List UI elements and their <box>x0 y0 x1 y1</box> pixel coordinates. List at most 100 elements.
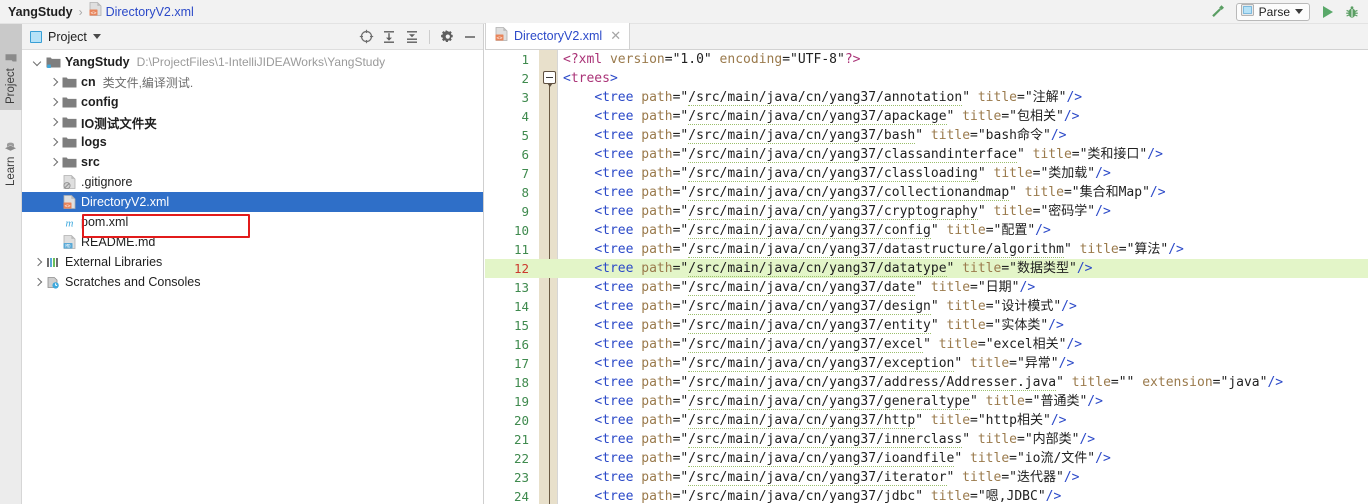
code-line[interactable]: 12 <tree path="/src/main/java/cn/yang37/… <box>485 259 1368 278</box>
code-line[interactable]: 14 <tree path="/src/main/java/cn/yang37/… <box>485 297 1368 316</box>
tree-item[interactable]: cn 类文件,编译测试. <box>22 72 483 92</box>
xml-file-icon: <> <box>61 195 77 209</box>
tree-item[interactable]: YangStudy D:\ProjectFiles\1-IntelliJIDEAW… <box>22 52 483 72</box>
tree-item[interactable]: m pom.xml <box>22 212 483 232</box>
code-line[interactable]: 21 <tree path="/src/main/java/cn/yang37/… <box>485 430 1368 449</box>
toolstrip-label-learn: Learn <box>5 156 17 186</box>
tree-item[interactable]: MD README.md <box>22 232 483 252</box>
code-line[interactable]: 18 <tree path="/src/main/java/cn/yang37/… <box>485 373 1368 392</box>
code-line[interactable]: 11 <tree path="/src/main/java/cn/yang37/… <box>485 240 1368 259</box>
folder-icon <box>61 136 77 149</box>
project-panel-actions <box>355 26 481 48</box>
run-configuration-label: Parse <box>1258 4 1290 19</box>
project-panel-title: Project <box>48 29 87 44</box>
code-text: <tree path="/src/main/java/cn/yang37/dat… <box>594 280 1036 296</box>
code-editor[interactable]: 1 <?xml version="1.0" encoding="UTF-8"?> 2… <box>485 50 1368 504</box>
tree-item[interactable]: IO测试文件夹 <box>22 112 483 132</box>
code-text: <tree path="/src/main/java/cn/yang37/cry… <box>594 204 1111 220</box>
chevron-right-icon[interactable] <box>32 257 43 268</box>
code-text: <tree path="/src/main/java/cn/yang37/exc… <box>594 356 1075 372</box>
run-play-icon[interactable] <box>1316 1 1340 23</box>
code-line[interactable]: 6 <tree path="/src/main/java/cn/yang37/c… <box>485 145 1368 164</box>
select-opened-file-icon[interactable] <box>355 26 377 48</box>
chevron-right-icon[interactable] <box>48 97 59 108</box>
code-line[interactable]: 1 <?xml version="1.0" encoding="UTF-8"?> <box>485 50 1368 69</box>
line-number: 23 <box>513 470 529 485</box>
code-line[interactable]: 23 <tree path="/src/main/java/cn/yang37/… <box>485 468 1368 487</box>
project-panel-tab[interactable]: Project <box>30 30 101 44</box>
tree-item[interactable]: src <box>22 152 483 172</box>
code-text: <?xml version="1.0" encoding="UTF-8"?> <box>563 52 861 67</box>
line-number: 21 <box>513 432 529 447</box>
tree-item-note: 类文件,编译测试. <box>102 75 194 90</box>
breadcrumb-file[interactable]: DirectoryV2.xml <box>106 5 194 19</box>
code-text: <tree path="/src/main/java/cn/yang37/cla… <box>594 147 1163 163</box>
chevron-right-icon[interactable] <box>48 157 59 168</box>
code-line[interactable]: 16 <tree path="/src/main/java/cn/yang37/… <box>485 335 1368 354</box>
code-text: <tree path="/src/main/java/cn/yang37/des… <box>594 299 1077 315</box>
code-line[interactable]: 10 <tree path="/src/main/java/cn/yang37/… <box>485 221 1368 240</box>
code-line[interactable]: 22 <tree path="/src/main/java/cn/yang37/… <box>485 449 1368 468</box>
chevron-right-icon[interactable] <box>48 137 59 148</box>
code-line[interactable]: 7 <tree path="/src/main/java/cn/yang37/c… <box>485 164 1368 183</box>
chevron-right-icon[interactable] <box>48 117 59 128</box>
code-line[interactable]: 20 <tree path="/src/main/java/cn/yang37/… <box>485 411 1368 430</box>
build-hammer-icon[interactable] <box>1206 1 1230 23</box>
code-line[interactable]: 15 <tree path="/src/main/java/cn/yang37/… <box>485 316 1368 335</box>
code-line[interactable]: 17 <tree path="/src/main/java/cn/yang37/… <box>485 354 1368 373</box>
module-folder-icon <box>45 56 61 69</box>
expand-all-icon[interactable] <box>378 26 400 48</box>
tree-item-label: README.md <box>81 235 156 249</box>
chevron-right-icon[interactable] <box>48 77 59 88</box>
tree-item[interactable]: .gitignore <box>22 172 483 192</box>
editor-area: <> DirectoryV2.xml ✕ 1 <?xml version="1.0… <box>485 23 1368 504</box>
line-number: 20 <box>513 413 529 428</box>
chevron-down-icon[interactable] <box>32 57 43 68</box>
project-tree[interactable]: YangStudy D:\ProjectFiles\1-IntelliJIDEAW… <box>22 50 483 292</box>
tree-item-label: External Libraries <box>65 255 163 269</box>
graduation-cap-icon <box>5 141 18 152</box>
left-tool-strip: Project Learn <box>0 24 22 504</box>
tree-item-label: .gitignore <box>81 175 133 189</box>
chevron-down-icon[interactable] <box>92 34 101 39</box>
project-view-icon <box>30 30 42 43</box>
tree-arrow-placeholder <box>48 177 59 188</box>
tree-item[interactable]: Scratches and Consoles <box>22 272 483 292</box>
breadcrumb: YangStudy › <> DirectoryV2.xml <box>0 0 194 24</box>
code-text: <tree path="/src/main/java/cn/yang37/inn… <box>594 432 1096 448</box>
settings-gear-icon[interactable] <box>436 26 458 48</box>
tree-item[interactable]: logs <box>22 132 483 152</box>
tree-item-selected[interactable]: <> DirectoryV2.xml <box>22 192 483 212</box>
top-toolbar-right: Parse <box>1206 0 1368 24</box>
code-text: <tree path="/src/main/java/cn/yang37/ent… <box>594 318 1064 334</box>
code-line[interactable]: 13 <tree path="/src/main/java/cn/yang37/… <box>485 278 1368 297</box>
line-number: 17 <box>513 356 529 371</box>
project-tool-window: Project YangStudy D:\ProjectFiles\1-Inte… <box>22 24 484 504</box>
close-icon[interactable]: ✕ <box>610 28 621 44</box>
sidebar-item-learn[interactable]: Learn <box>0 112 22 192</box>
hide-panel-icon[interactable] <box>459 26 481 48</box>
tree-item[interactable]: config <box>22 92 483 112</box>
code-line[interactable]: 19 <tree path="/src/main/java/cn/yang37/… <box>485 392 1368 411</box>
collapse-all-icon[interactable] <box>401 26 423 48</box>
line-number: 6 <box>521 147 529 162</box>
code-line[interactable]: 24 <tree path="/src/main/java/cn/yang37/… <box>485 487 1368 504</box>
chevron-right-icon[interactable] <box>32 277 43 288</box>
line-number: 8 <box>521 185 529 200</box>
code-text: <tree path="/src/main/java/cn/yang37/htt… <box>594 413 1067 429</box>
tree-item-label: Scratches and Consoles <box>65 275 201 289</box>
code-line[interactable]: 3 <tree path="/src/main/java/cn/yang37/a… <box>485 88 1368 107</box>
code-line[interactable]: 4 <tree path="/src/main/java/cn/yang37/a… <box>485 107 1368 126</box>
tree-item[interactable]: External Libraries <box>22 252 483 272</box>
editor-tab-directoryv2[interactable]: <> DirectoryV2.xml ✕ <box>485 23 631 49</box>
sidebar-item-project[interactable]: Project <box>0 24 22 110</box>
code-text: <tree path="/src/main/java/cn/yang37/add… <box>594 375 1284 391</box>
debug-bug-icon[interactable] <box>1340 1 1364 23</box>
code-line[interactable]: 2 <trees> <box>485 69 1368 88</box>
code-line[interactable]: 9 <tree path="/src/main/java/cn/yang37/c… <box>485 202 1368 221</box>
code-text: <tree path="/src/main/java/cn/yang37/ann… <box>594 90 1083 106</box>
code-line[interactable]: 8 <tree path="/src/main/java/cn/yang37/c… <box>485 183 1368 202</box>
run-configuration-selector[interactable]: Parse <box>1235 2 1310 21</box>
code-line[interactable]: 5 <tree path="/src/main/java/cn/yang37/b… <box>485 126 1368 145</box>
breadcrumb-project[interactable]: YangStudy <box>8 5 73 19</box>
